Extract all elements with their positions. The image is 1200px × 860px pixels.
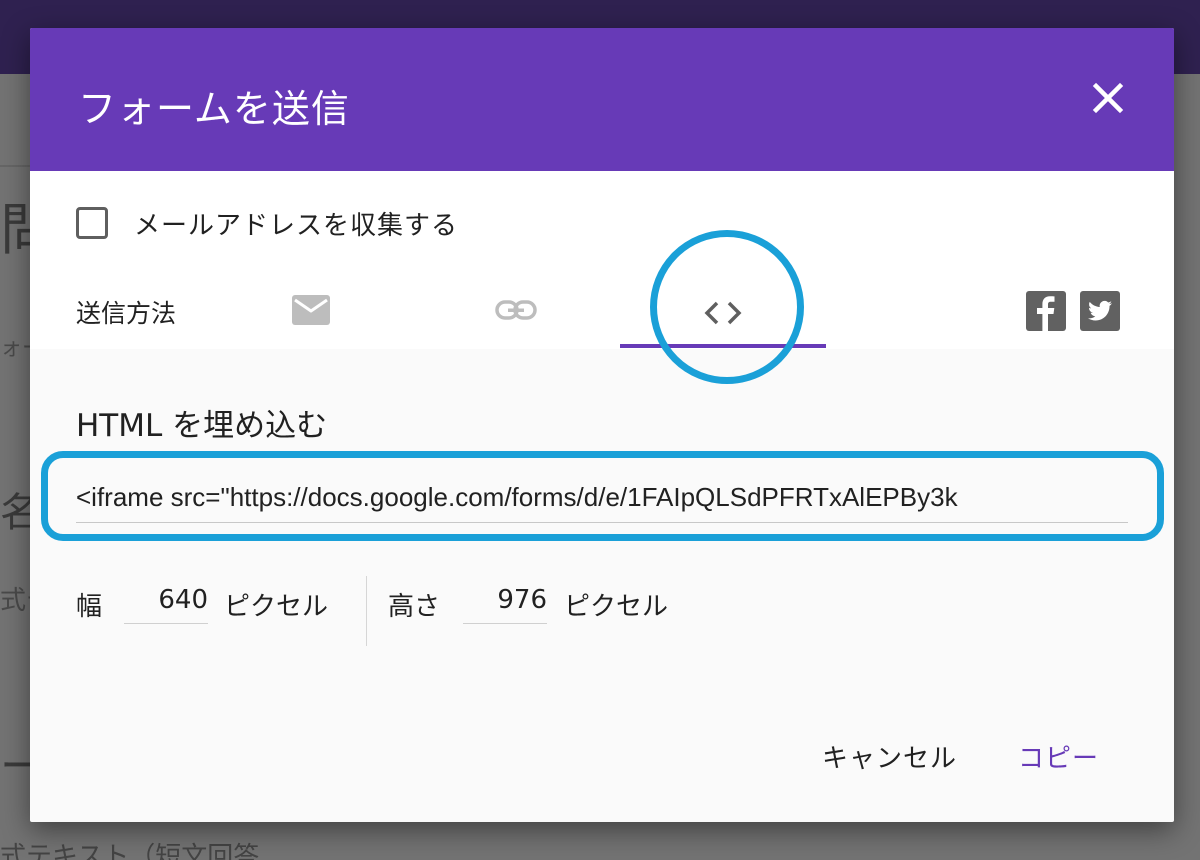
background-question-title: 問 xyxy=(0,198,30,263)
background-divider xyxy=(0,165,30,167)
collect-email-checkbox[interactable] xyxy=(76,207,108,239)
tab-send-email[interactable] xyxy=(290,286,332,334)
highlight-box xyxy=(41,451,1164,541)
embed-html-title: HTML を埋め込む xyxy=(76,408,328,444)
height-unit-label: ピクセル xyxy=(564,592,669,622)
background-question-name: 名前 xyxy=(0,490,30,536)
share-twitter-button[interactable] xyxy=(1080,291,1120,331)
copy-button[interactable]: コピー xyxy=(1018,738,1099,775)
width-label: 幅 xyxy=(76,592,103,622)
send-method-label: 送信方法 xyxy=(76,299,177,328)
close-icon xyxy=(1092,82,1124,114)
dialog-options-band xyxy=(30,171,1174,349)
width-unit-label: ピクセル xyxy=(224,592,329,622)
share-facebook-button[interactable] xyxy=(1026,291,1066,331)
close-button[interactable] xyxy=(1088,78,1128,118)
dialog-header: フォームを送信 xyxy=(30,28,1174,171)
collect-email-row[interactable]: メールアドレスを収集する xyxy=(76,203,458,243)
width-input[interactable]: 640 xyxy=(124,580,208,624)
highlight-circle xyxy=(650,230,804,384)
background-bottom-text: 式テキスト（短文回答） xyxy=(0,842,260,860)
background-form-label: ォーム xyxy=(0,336,30,361)
mail-icon xyxy=(292,295,330,325)
link-icon xyxy=(495,300,537,320)
cancel-button[interactable]: キャンセル xyxy=(822,738,957,775)
tab-send-link[interactable] xyxy=(494,286,538,334)
send-form-dialog: フォームを送信 メールアドレスを収集する 送信方法 HTML を埋め込む <if… xyxy=(30,28,1174,822)
background-answer-type: 式テ xyxy=(0,586,30,616)
background-question-mail: ール xyxy=(0,741,30,792)
size-divider xyxy=(366,576,367,646)
facebook-icon xyxy=(1026,291,1066,331)
dialog-title: フォームを送信 xyxy=(78,87,350,131)
collect-email-label: メールアドレスを収集する xyxy=(134,210,459,241)
twitter-icon xyxy=(1080,291,1120,331)
height-input[interactable]: 976 xyxy=(463,580,547,624)
height-label: 高さ xyxy=(388,592,441,622)
